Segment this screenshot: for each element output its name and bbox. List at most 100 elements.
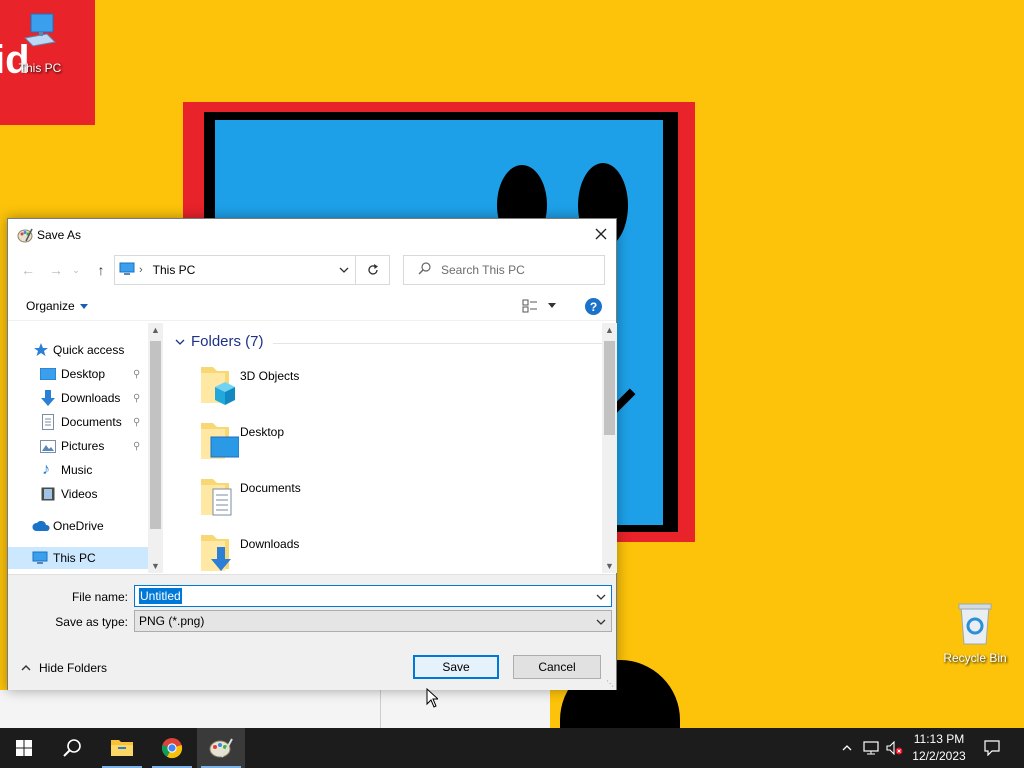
nav-onedrive[interactable]: OneDrive bbox=[8, 515, 148, 537]
show-hidden-icons-button[interactable] bbox=[838, 728, 856, 768]
chevron-down-icon[interactable] bbox=[596, 591, 606, 605]
start-button[interactable] bbox=[0, 728, 48, 768]
folder-downloads[interactable]: Downloads bbox=[195, 531, 495, 573]
scroll-down-arrow-icon[interactable]: ▼ bbox=[605, 561, 614, 571]
nav-label: Videos bbox=[61, 487, 98, 501]
forward-button[interactable]: → bbox=[46, 259, 66, 281]
hide-folders-button[interactable]: Hide Folders bbox=[21, 661, 107, 675]
nav-label: Desktop bbox=[61, 367, 106, 381]
scroll-down-arrow-icon[interactable]: ▼ bbox=[151, 561, 160, 571]
volume-button[interactable] bbox=[884, 728, 906, 768]
breadcrumb-this-pc[interactable]: This PC bbox=[153, 263, 196, 277]
resize-grip-icon[interactable]: ⋱ bbox=[606, 679, 614, 688]
file-name-label: File name: bbox=[71, 590, 128, 604]
file-explorer-icon bbox=[111, 740, 133, 756]
change-view-button[interactable] bbox=[522, 299, 556, 313]
nav-desktop[interactable]: Desktop ⚲ bbox=[8, 363, 148, 385]
film-icon bbox=[41, 487, 55, 504]
pin-icon: ⚲ bbox=[133, 392, 141, 404]
close-icon bbox=[595, 228, 607, 240]
taskbar-clock[interactable]: 11:13 PM 12/2/2023 bbox=[905, 731, 973, 765]
nav-label: This PC bbox=[53, 551, 96, 565]
file-list-scrollbar[interactable]: ▲ ▼ bbox=[602, 323, 617, 573]
search-icon bbox=[418, 262, 431, 278]
nav-label: Pictures bbox=[61, 439, 105, 453]
nav-videos[interactable]: Videos bbox=[8, 483, 148, 505]
computer-icon bbox=[32, 551, 48, 568]
arrow-left-icon: ← bbox=[21, 262, 35, 278]
desktop-icon-label: Recycle Bin bbox=[943, 651, 1007, 665]
chevron-down-icon bbox=[175, 333, 185, 350]
folder-label: Downloads bbox=[240, 537, 300, 551]
nav-downloads[interactable]: Downloads ⚲ bbox=[8, 387, 148, 409]
dialog-title: Save As bbox=[37, 228, 82, 242]
network-icon bbox=[863, 741, 879, 755]
up-button[interactable]: ↑ bbox=[91, 259, 111, 281]
nav-music[interactable]: ♪ Music bbox=[8, 459, 148, 481]
refresh-icon bbox=[367, 264, 378, 275]
folder-documents-icon bbox=[195, 475, 235, 522]
refresh-button[interactable] bbox=[356, 255, 390, 285]
save-button[interactable]: Save bbox=[413, 655, 499, 679]
caret-down-icon bbox=[79, 299, 88, 313]
folder-label: Documents bbox=[240, 481, 301, 495]
nav-label: Downloads bbox=[61, 391, 121, 405]
save-form: File name: Untitled Save as type: PNG (*… bbox=[8, 574, 616, 690]
taskbar-chrome[interactable] bbox=[148, 728, 196, 768]
taskbar-file-explorer[interactable] bbox=[98, 728, 146, 768]
save-type-select[interactable]: PNG (*.png) bbox=[134, 610, 612, 632]
volume-muted-icon bbox=[886, 741, 903, 755]
folder-desktop-icon bbox=[195, 419, 240, 466]
scroll-up-arrow-icon[interactable]: ▲ bbox=[151, 325, 160, 335]
save-as-dialog: Save As ← → ⌄ ↑ › This PC Search This PC… bbox=[7, 218, 617, 690]
dialog-titlebar[interactable]: Save As bbox=[8, 219, 616, 250]
cancel-button[interactable]: Cancel bbox=[513, 655, 601, 679]
network-button[interactable] bbox=[860, 728, 882, 768]
group-divider bbox=[273, 343, 602, 344]
nav-label: Quick access bbox=[53, 343, 125, 357]
save-type-label: Save as type: bbox=[55, 615, 128, 629]
nav-this-pc[interactable]: This PC bbox=[8, 547, 148, 569]
nav-pane-scrollbar[interactable]: ▲ ▼ bbox=[148, 323, 163, 573]
notifications-button[interactable] bbox=[978, 728, 1006, 768]
arrow-right-icon: → bbox=[49, 262, 63, 278]
document-icon bbox=[42, 414, 54, 433]
wallpaper-window-strip-2 bbox=[380, 690, 550, 730]
paint-app-icon bbox=[209, 738, 233, 758]
desktop-icon-recycle-bin[interactable]: Recycle Bin bbox=[935, 602, 1015, 665]
nav-documents[interactable]: Documents ⚲ bbox=[8, 411, 148, 433]
paint-app-icon bbox=[17, 227, 33, 246]
cloud-icon bbox=[32, 520, 50, 535]
nav-quick-access[interactable]: Quick access bbox=[8, 339, 148, 361]
address-bar[interactable]: › This PC bbox=[114, 255, 356, 285]
breadcrumb-separator-icon: › bbox=[139, 264, 143, 276]
search-button[interactable] bbox=[48, 728, 96, 768]
folder-label: 3D Objects bbox=[240, 369, 300, 383]
search-box[interactable]: Search This PC bbox=[403, 255, 605, 285]
help-icon[interactable]: ? bbox=[585, 298, 602, 315]
scroll-up-arrow-icon[interactable]: ▲ bbox=[605, 325, 614, 335]
hide-folders-label: Hide Folders bbox=[39, 661, 108, 675]
pin-icon: ⚲ bbox=[133, 416, 141, 428]
back-button[interactable]: ← bbox=[18, 259, 38, 281]
file-list-pane: Folders (7) 3D Objects Desktop Documents… bbox=[165, 323, 602, 573]
file-name-input[interactable]: Untitled bbox=[134, 585, 612, 607]
nav-label: Documents bbox=[61, 415, 122, 429]
folder-documents[interactable]: Documents bbox=[195, 475, 495, 527]
close-button[interactable] bbox=[586, 219, 616, 249]
recent-locations-button[interactable]: ⌄ bbox=[70, 259, 82, 281]
organize-label: Organize bbox=[26, 299, 75, 313]
chrome-icon bbox=[161, 738, 183, 759]
chevron-up-icon bbox=[842, 745, 852, 751]
desktop-icon-this-pc[interactable]: This PC bbox=[0, 12, 80, 75]
taskbar-paint[interactable] bbox=[197, 728, 245, 768]
folder-desktop[interactable]: Desktop bbox=[195, 419, 495, 471]
clock-time: 11:13 PM bbox=[913, 732, 965, 746]
folder-3d-objects[interactable]: 3D Objects bbox=[195, 363, 495, 415]
scrollbar-thumb[interactable] bbox=[150, 341, 161, 529]
address-dropdown-icon[interactable] bbox=[339, 264, 349, 278]
scrollbar-thumb[interactable] bbox=[604, 341, 615, 435]
organize-button[interactable]: Organize bbox=[26, 299, 88, 313]
nav-pictures[interactable]: Pictures ⚲ bbox=[8, 435, 148, 457]
folders-group-header[interactable]: Folders (7) bbox=[175, 333, 602, 350]
